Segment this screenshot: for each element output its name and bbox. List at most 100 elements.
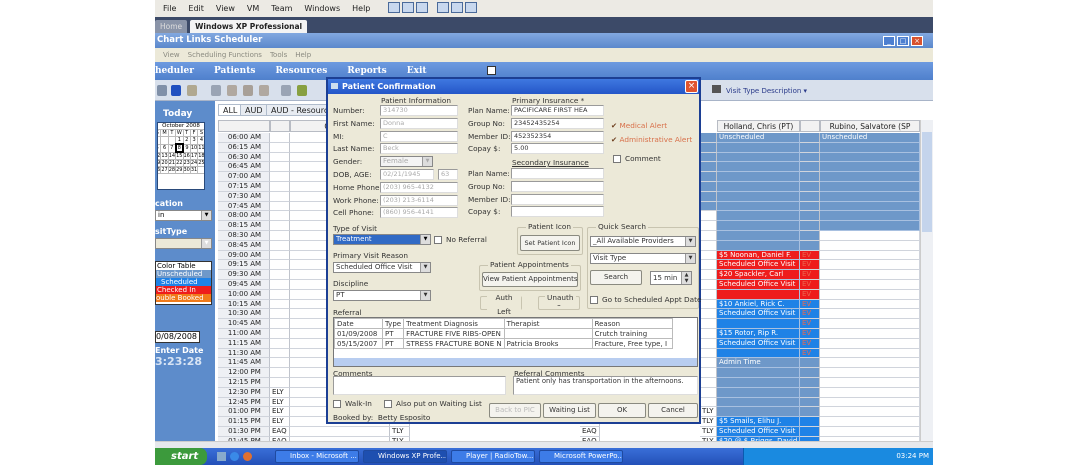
calendar-day[interactable]: 2: [182, 136, 191, 145]
color-table-list[interactable]: Color Table Unscheduled Scheduled Checke…: [155, 261, 212, 305]
holland-appointment-cell[interactable]: Scheduled Office Visit: [717, 309, 800, 320]
holland-appointment-cell[interactable]: [717, 348, 800, 359]
visit-reason-select[interactable]: Scheduled Office Visit ▼: [333, 262, 431, 273]
menu-view[interactable]: View: [216, 4, 235, 13]
calendar-day[interactable]: 24: [189, 159, 199, 167]
calendar-day[interactable]: 7: [167, 143, 177, 153]
rubino-appointment-cell[interactable]: [820, 338, 920, 349]
referral-hscrollbar[interactable]: [334, 358, 697, 366]
field-input[interactable]: [511, 193, 604, 205]
waiting-list-button[interactable]: Waiting List: [543, 403, 596, 418]
comments-textarea[interactable]: [333, 376, 506, 395]
holland-appointment-cell[interactable]: [717, 289, 800, 300]
holland-appointment-cell[interactable]: Scheduled Office Visit: [717, 280, 800, 290]
task-player[interactable]: Player | RadioTow...: [451, 450, 535, 463]
calendar-day[interactable]: 3: [189, 136, 199, 145]
nav-patients[interactable]: Patients: [214, 66, 255, 76]
menu-help[interactable]: Help: [352, 4, 370, 13]
holland-appointment-cell[interactable]: [717, 162, 800, 173]
menu-scheduling-functions[interactable]: Scheduling Functions: [188, 51, 262, 59]
calendar-day[interactable]: [167, 136, 177, 145]
field-input[interactable]: PACIFICARE FIRST HEA: [511, 105, 604, 116]
location-select[interactable]: in ▼: [155, 210, 212, 221]
console-icon[interactable]: [436, 2, 449, 13]
rubino-appointment-cell[interactable]: [820, 397, 920, 408]
horizontal-scrollbar[interactable]: [155, 441, 933, 448]
calendar-day[interactable]: 13: [160, 151, 169, 160]
toolbar-icon-list[interactable]: [157, 85, 167, 96]
holland-appointment-cell[interactable]: [717, 231, 800, 241]
calendar-day[interactable]: 12: [158, 151, 162, 160]
rubino-appointment-cell[interactable]: [820, 182, 920, 192]
toolbar-icon-block3[interactable]: [259, 85, 269, 96]
nav-exit[interactable]: Exit: [407, 66, 427, 76]
calendar-day[interactable]: 25: [197, 159, 204, 167]
calendar-day[interactable]: 20: [160, 159, 169, 167]
nav-resources[interactable]: Resources: [275, 66, 327, 76]
holland-appointment-cell[interactable]: $5 Smails, Elihu J.: [717, 417, 800, 427]
goto-appt-date-checkbox[interactable]: Go to Scheduled Appt Date: [590, 295, 701, 304]
ok-button[interactable]: OK: [598, 403, 646, 418]
holland-appointment-cell[interactable]: Scheduled Office Visit: [717, 260, 800, 271]
visit-type-description-button[interactable]: Visit Type Description ▾: [712, 85, 807, 95]
menu-vm[interactable]: VM: [247, 4, 259, 13]
rubino-appointment-cell[interactable]: [820, 368, 920, 378]
referral-column-header[interactable]: Date: [334, 318, 383, 329]
minimize-button[interactable]: _: [883, 36, 895, 46]
calendar-day[interactable]: 21: [167, 159, 177, 167]
color-unscheduled[interactable]: Unscheduled: [156, 270, 211, 278]
calendar-day[interactable]: 23: [182, 159, 191, 167]
calendar-day[interactable]: 6: [160, 143, 169, 153]
holland-appointment-cell[interactable]: $20 Spackler, Carl: [717, 270, 800, 280]
rubino-appointment-cell[interactable]: [820, 231, 920, 241]
rubino-appointment-cell[interactable]: [820, 299, 920, 310]
field-input[interactable]: [511, 206, 604, 218]
holland-appointment-cell[interactable]: [717, 142, 800, 153]
calendar-day[interactable]: 22: [175, 159, 184, 167]
calendar-day[interactable]: 11: [197, 143, 204, 153]
calendar-day[interactable]: 15: [175, 151, 184, 160]
menu-view[interactable]: View: [163, 51, 180, 59]
comment-checkbox[interactable]: Comment: [613, 154, 661, 163]
color-double-booked[interactable]: ouble Booked: [156, 294, 211, 302]
menu-windows[interactable]: Windows: [304, 4, 340, 13]
calendar-day[interactable]: 30: [182, 166, 191, 174]
scrollbar-thumb[interactable]: [922, 132, 932, 232]
provider-select[interactable]: _All Available Providers ▼: [590, 236, 696, 247]
holland-appointment-cell[interactable]: [717, 397, 800, 408]
rubino-appointment-cell[interactable]: [820, 211, 920, 222]
nav-scheduler[interactable]: heduler: [155, 66, 194, 76]
view-icon[interactable]: [388, 2, 401, 13]
referral-column-header[interactable]: Type: [381, 318, 405, 329]
referral-comments-textarea[interactable]: Patient only has transportation in the a…: [513, 376, 698, 395]
calendar-day[interactable]: 9: [182, 143, 191, 153]
waiting-list-checkbox[interactable]: Also put on Waiting List: [384, 399, 482, 408]
referral-column-header[interactable]: Therapist: [503, 318, 593, 329]
restore-icon[interactable]: [487, 66, 496, 75]
field-input[interactable]: (203) 213-6114: [380, 194, 458, 206]
view-patient-appointments-button[interactable]: View Patient Appointments: [482, 272, 578, 287]
date-field[interactable]: 0/08/2008: [155, 331, 200, 343]
calendar-day[interactable]: 4: [197, 136, 204, 145]
rubino-appointment-cell[interactable]: [820, 358, 920, 369]
calendar-day[interactable]: 29: [175, 166, 184, 174]
info-icon[interactable]: [187, 85, 197, 96]
field-input[interactable]: (203) 965-4132: [380, 181, 458, 193]
vertical-scrollbar[interactable]: [920, 120, 933, 441]
field-input[interactable]: 02/21/1945: [380, 169, 434, 180]
rubino-appointment-cell[interactable]: [820, 260, 920, 271]
calendar-day[interactable]: 14: [167, 151, 177, 160]
header-rubino[interactable]: Rubino, Salvatore (SP: [820, 120, 920, 132]
holland-appointment-cell[interactable]: [717, 182, 800, 192]
calendar-day[interactable]: 17: [189, 151, 199, 160]
holland-appointment-cell[interactable]: Admin Time: [717, 358, 800, 369]
calendar-day[interactable]: 19: [158, 159, 162, 167]
toolbar-icon-tool[interactable]: [211, 85, 221, 96]
field-input[interactable]: Beck: [380, 143, 458, 155]
toolbar-icon-grid[interactable]: [297, 85, 307, 96]
rubino-appointment-cell[interactable]: [820, 319, 920, 329]
holland-appointment-cell[interactable]: [717, 211, 800, 222]
tab-windows-xp[interactable]: Windows XP Professional: [190, 20, 308, 33]
rubino-appointment-cell[interactable]: [820, 152, 920, 163]
today-button[interactable]: Today: [163, 109, 192, 119]
